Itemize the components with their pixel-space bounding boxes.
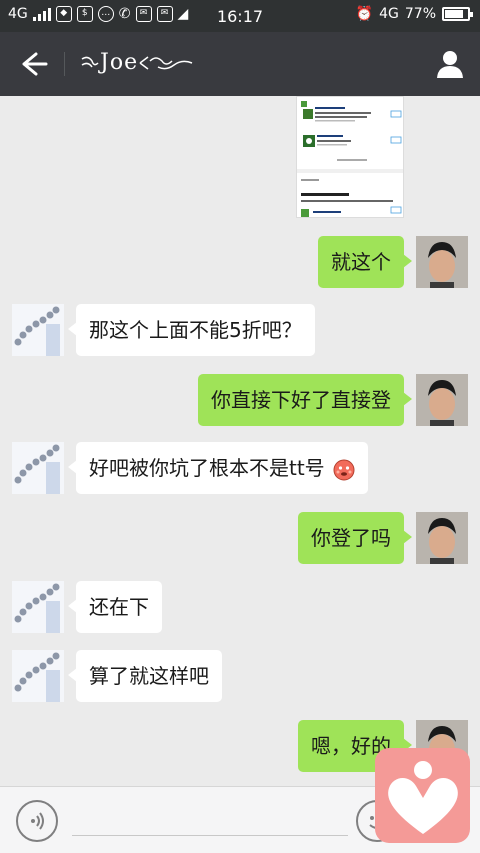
- contact-message-bubble[interactable]: 算了就这样吧: [68, 650, 222, 702]
- floating-app-button[interactable]: [375, 748, 470, 843]
- message-text: 还在下: [89, 595, 149, 619]
- contact-message-bubble[interactable]: 那这个上面不能5折吧？: [68, 304, 315, 356]
- user-photo: [416, 374, 468, 426]
- my-avatar[interactable]: [416, 374, 468, 426]
- battery-icon: [442, 7, 473, 21]
- message-input[interactable]: [72, 835, 348, 836]
- dna-helix-image: [12, 581, 64, 633]
- swirl-decoration-icon: [81, 56, 99, 68]
- battery-percent: 77%: [404, 6, 436, 22]
- user-photo: [416, 236, 468, 288]
- network-type-right: 4G: [379, 6, 399, 22]
- contact-message-bubble[interactable]: 还在下: [68, 581, 162, 633]
- alarm-icon: ⏰: [355, 6, 374, 22]
- back-button[interactable]: [14, 48, 50, 80]
- my-message-bubble[interactable]: 你登了吗: [298, 512, 412, 564]
- contact-avatar[interactable]: [12, 304, 64, 356]
- voice-button[interactable]: [16, 800, 58, 842]
- my-avatar[interactable]: [416, 512, 468, 564]
- dna-helix-image: [12, 442, 64, 494]
- contact-avatar[interactable]: [12, 650, 64, 702]
- chat-area[interactable]: 就这个 那这个上面不能5折吧？ 你直接下好了直接登 好吧被你坑了根本不是tt号: [0, 96, 480, 786]
- swirl-decoration-icon: [139, 56, 193, 70]
- message-text: 算了就这样吧: [89, 664, 209, 688]
- contact-avatar[interactable]: [12, 442, 64, 494]
- chat-header: Joe: [0, 32, 480, 96]
- user-photo: [416, 512, 468, 564]
- voice-icon: [31, 812, 44, 830]
- my-message-bubble[interactable]: 就这个: [318, 236, 412, 288]
- status-bar: 4G ◆ $ … ✆ ✉ ✉ ◢ 16:17 ⏰ 4G 77%: [0, 0, 480, 32]
- embarrassed-emoji-icon: [333, 459, 355, 480]
- message-text: 那这个上面不能5折吧？: [89, 318, 302, 342]
- image-message[interactable]: [296, 96, 404, 218]
- message-text: 好吧被你坑了根本不是tt号: [89, 456, 325, 480]
- profile-icon: [437, 51, 463, 78]
- status-right-icons: ⏰ 4G 77%: [355, 6, 473, 22]
- message-text: 你直接下好了直接登: [211, 388, 391, 412]
- chat-title-text: Joe: [100, 50, 139, 75]
- my-message-bubble[interactable]: 你直接下好了直接登: [198, 374, 412, 426]
- message-text: 你登了吗: [311, 526, 391, 550]
- dna-helix-image: [12, 650, 64, 702]
- back-arrow-icon: [22, 52, 48, 76]
- message-text: 就这个: [331, 250, 391, 274]
- dna-helix-image: [12, 304, 64, 356]
- contact-avatar[interactable]: [12, 581, 64, 633]
- header-divider: [64, 52, 65, 76]
- chat-title: Joe: [80, 50, 194, 75]
- heart-logo-icon: [388, 761, 458, 834]
- profile-button[interactable]: [434, 48, 466, 80]
- my-avatar[interactable]: [416, 236, 468, 288]
- shared-screenshot-image: [297, 97, 403, 217]
- contact-message-bubble[interactable]: 好吧被你坑了根本不是tt号: [67, 442, 369, 494]
